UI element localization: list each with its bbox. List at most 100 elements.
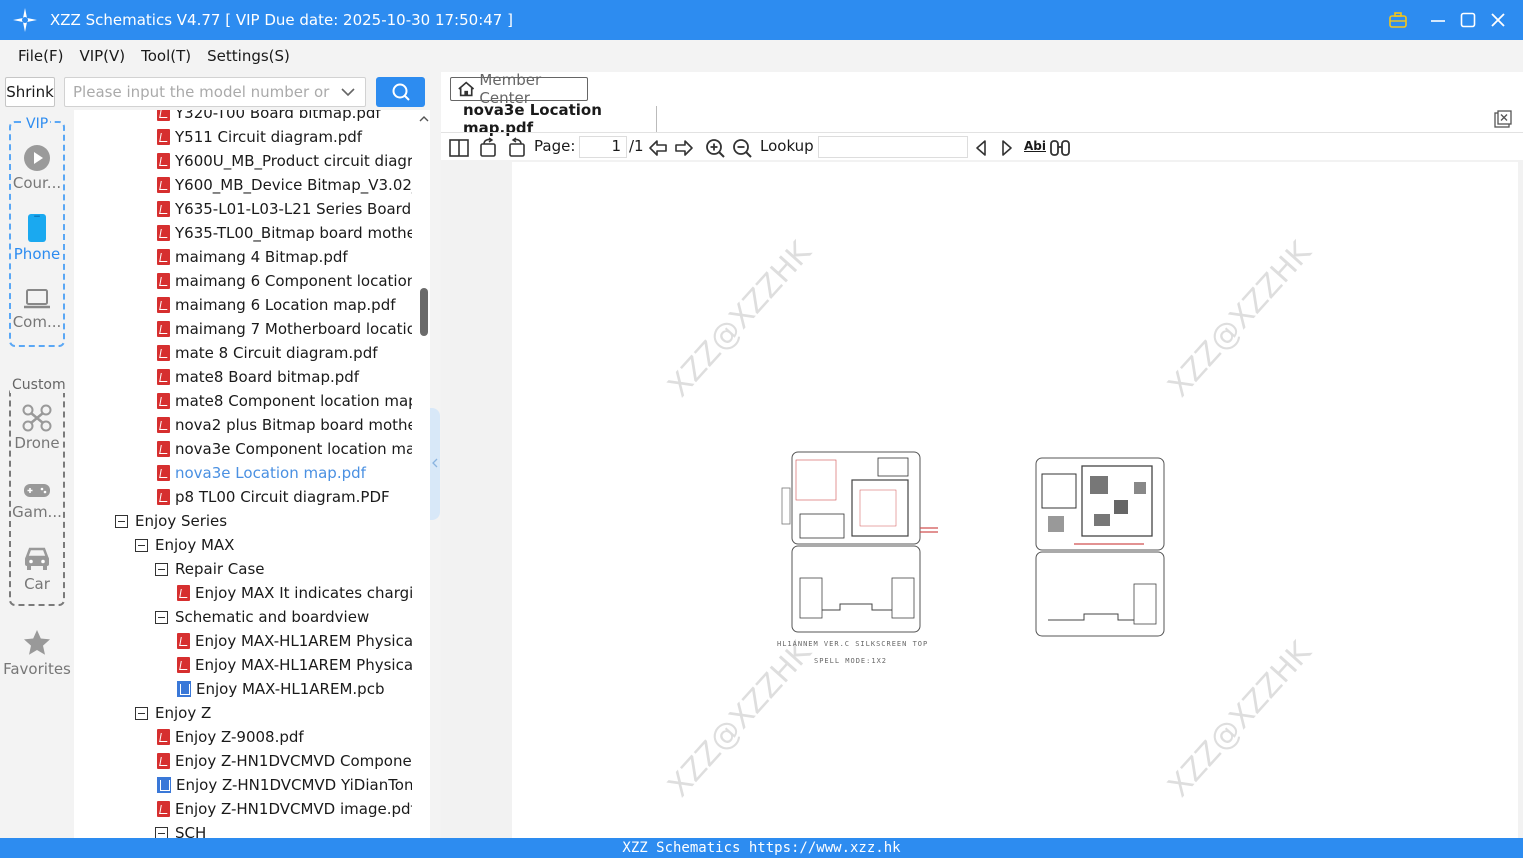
tab-document[interactable]: nova3e Location map.pdf xyxy=(449,101,657,137)
find-next-icon[interactable] xyxy=(996,137,1018,159)
member-center-button[interactable]: Member Center xyxy=(450,71,588,107)
model-search-input[interactable]: Please input the model number or PCB xyxy=(64,77,366,107)
tree-folder[interactable]: Repair Case xyxy=(155,557,412,581)
pdf-file-icon xyxy=(157,225,170,241)
tree-file[interactable]: Y635-L01-L03-L21 Series Board Bitm xyxy=(157,197,412,221)
tree-folder[interactable]: Enjoy MAX xyxy=(135,533,412,557)
tree-file[interactable]: mate8 Board bitmap.pdf xyxy=(157,365,412,389)
sidebar-toggle-icon[interactable] xyxy=(448,137,470,159)
tree-item-label: Enjoy Z-HN1DVCMVD image.pdf xyxy=(175,800,412,818)
tree-item-label: Y600_MB_Device Bitmap_V3.02_131 xyxy=(175,176,412,194)
tree-item-label: mate 8 Circuit diagram.pdf xyxy=(175,344,378,362)
rail-item-drone[interactable]: Drone xyxy=(5,404,69,452)
pdf-file-icon xyxy=(177,633,190,649)
rail-item-phone[interactable]: Phone xyxy=(5,213,69,263)
vip-briefcase-button[interactable] xyxy=(1387,9,1409,31)
tree-file[interactable]: Y511 Circuit diagram.pdf xyxy=(157,125,412,149)
tab-divider xyxy=(441,132,1523,133)
close-icon xyxy=(1491,13,1505,27)
search-button[interactable] xyxy=(376,77,425,107)
pdf-file-icon xyxy=(157,441,170,457)
tree-file[interactable]: Enjoy MAX-HL1AREM Physical s xyxy=(177,653,412,677)
tree-file[interactable]: nova2 plus Bitmap board motherb xyxy=(157,413,412,437)
collapse-icon[interactable] xyxy=(135,706,148,720)
rotate-right-icon[interactable] xyxy=(505,137,527,159)
title-bar: XZZ Schematics V4.77 [ VIP Due date: 202… xyxy=(0,0,1523,40)
tree-file[interactable]: maimang 7 Motherboard location xyxy=(157,317,412,341)
page-number-input[interactable]: 1 xyxy=(579,136,627,158)
zoom-out-icon[interactable] xyxy=(731,137,753,159)
search-placeholder: Please input the model number or PCB xyxy=(73,83,335,101)
collapse-icon[interactable] xyxy=(155,826,168,838)
tree-file[interactable]: Enjoy MAX-HL1AREM Physical I xyxy=(177,629,412,653)
tree-file[interactable]: Enjoy MAX It indicates charging xyxy=(177,581,412,605)
tree-folder[interactable]: SCH xyxy=(155,821,412,838)
tree-file[interactable]: p8 TL00 Circuit diagram.PDF xyxy=(157,485,412,509)
maximize-button[interactable] xyxy=(1457,9,1479,31)
tree-item-label: Enjoy Z-HN1DVCMVD Component xyxy=(175,752,412,770)
tree-file[interactable]: maimang 4 Bitmap.pdf xyxy=(157,245,412,269)
tree-file[interactable]: Y320-T00 Board bitmap.pdf xyxy=(157,110,412,125)
tree-file[interactable]: Enjoy Z-HN1DVCMVD image.pdf xyxy=(157,797,412,821)
binoculars-icon[interactable] xyxy=(1049,137,1071,159)
shrink-button[interactable]: Shrink xyxy=(5,77,55,107)
lookup-input[interactable] xyxy=(818,136,968,158)
rail-item-car[interactable]: Car xyxy=(5,545,69,593)
tree-file[interactable]: Enjoy Z-HN1DVCMVD Component xyxy=(157,749,412,773)
tree-file[interactable]: Y600_MB_Device Bitmap_V3.02_131 xyxy=(157,173,412,197)
pdf-file-icon xyxy=(157,369,170,385)
tree-file[interactable]: Enjoy Z-HN1DVCMVD YiDianTong xyxy=(157,773,412,797)
tree-folder[interactable]: Enjoy Series xyxy=(115,509,412,533)
collapse-icon[interactable] xyxy=(155,562,168,576)
tree-file[interactable]: Y600U_MB_Product circuit diagram xyxy=(157,149,412,173)
rotate-left-icon[interactable] xyxy=(478,137,500,159)
minimize-button[interactable] xyxy=(1427,9,1449,31)
tree-folder[interactable]: Enjoy Z xyxy=(135,701,412,725)
tree-scrollbar[interactable] xyxy=(418,110,430,838)
pdf-page[interactable]: XZZ@XZZHK XZZ@XZZHK XZZ@XZZHK XZZ@XZZHK … xyxy=(512,162,1518,838)
close-window-button[interactable] xyxy=(1487,9,1509,31)
tree-item-label: Y320-T00 Board bitmap.pdf xyxy=(175,110,381,122)
tree-file[interactable]: mate8 Component location map.p xyxy=(157,389,412,413)
tree-file[interactable]: maimang 6 Location map.pdf xyxy=(157,293,412,317)
collapse-icon[interactable] xyxy=(135,538,148,552)
collapse-icon[interactable] xyxy=(115,514,128,528)
tree-item-label: Enjoy MAX-HL1AREM Physical s xyxy=(195,656,412,674)
gamepad-icon xyxy=(24,484,50,497)
tree-item-label: Y635-L01-L03-L21 Series Board Bitm xyxy=(175,200,412,218)
collapse-icon[interactable] xyxy=(155,610,168,624)
tree-file[interactable]: nova3e Component location map.p xyxy=(157,437,412,461)
menu-vip[interactable]: VIP(V) xyxy=(79,47,125,65)
menu-file[interactable]: File(F) xyxy=(18,47,63,65)
zoom-in-icon[interactable] xyxy=(704,137,726,159)
previous-page-icon[interactable] xyxy=(647,137,669,159)
pcb-file-icon xyxy=(177,681,191,697)
rail-item-computer[interactable]: Com... xyxy=(5,287,69,331)
tree-item-label: nova3e Component location map.p xyxy=(175,440,412,458)
tree-file[interactable]: mate 8 Circuit diagram.pdf xyxy=(157,341,412,365)
menu-tool[interactable]: Tool(T) xyxy=(141,47,191,65)
match-case-toggle[interactable]: Abi xyxy=(1024,139,1046,153)
tree-folder[interactable]: Schematic and boardview xyxy=(155,605,412,629)
rail-item-favorites[interactable]: Favorites xyxy=(2,628,72,678)
pdf-file-icon xyxy=(157,201,170,217)
close-tab-icon[interactable] xyxy=(1494,110,1512,128)
scroll-up-icon[interactable] xyxy=(418,114,430,124)
window-title: XZZ Schematics V4.77 [ VIP Due date: 202… xyxy=(50,11,513,29)
tree-file[interactable]: Y635-TL00_Bitmap board motherbo xyxy=(157,221,412,245)
find-previous-icon[interactable] xyxy=(970,137,992,159)
rail-item-game[interactable]: Gam... xyxy=(5,479,69,521)
collapse-panel-handle[interactable] xyxy=(430,408,440,520)
pdf-file-icon xyxy=(157,417,170,433)
menu-settings[interactable]: Settings(S) xyxy=(207,47,290,65)
tree-scroll-thumb[interactable] xyxy=(420,288,428,336)
tree-file[interactable]: nova3e Location map.pdf xyxy=(157,461,412,485)
chevron-down-icon[interactable] xyxy=(341,87,355,97)
rail-item-courses[interactable]: Cour... xyxy=(5,144,69,192)
tree-item-label: maimang 4 Bitmap.pdf xyxy=(175,248,348,266)
maximize-icon xyxy=(1460,12,1476,28)
next-page-icon[interactable] xyxy=(673,137,695,159)
tree-file[interactable]: maimang 6 Component location m xyxy=(157,269,412,293)
tree-file[interactable]: Enjoy MAX-HL1AREM.pcb xyxy=(177,677,412,701)
tree-file[interactable]: Enjoy Z-9008.pdf xyxy=(157,725,412,749)
